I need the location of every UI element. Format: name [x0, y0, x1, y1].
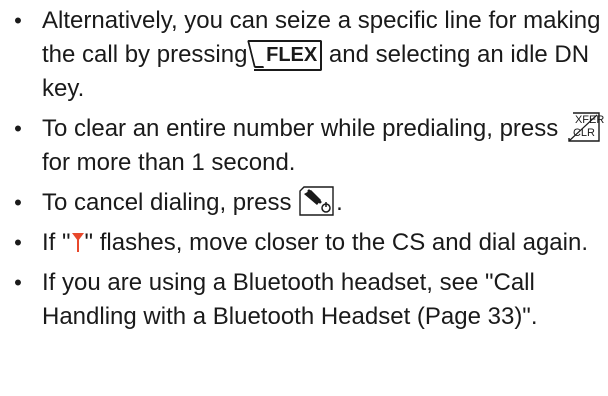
- bullet: •: [14, 8, 22, 33]
- note-text: To clear an entire number while prediali…: [42, 115, 559, 142]
- note-text: " flashes, move closer to the CS and dia…: [84, 229, 588, 256]
- note-text: for more than 1 second.: [42, 149, 296, 176]
- clr-key-label: CLR: [572, 127, 595, 139]
- list-item: • If " " flashes, move closer to the CS …: [0, 226, 608, 260]
- note-text: .: [336, 189, 343, 216]
- bullet: •: [14, 190, 22, 215]
- flex-key-icon: FLEX: [254, 40, 323, 71]
- manual-page: • Alternatively, you can seize a specifi…: [0, 0, 608, 396]
- bullet: •: [14, 116, 22, 141]
- off-hook-power-icon: [299, 186, 335, 216]
- list-item: • To cancel dialing, press .: [0, 186, 608, 220]
- bullet: •: [14, 270, 22, 295]
- bullet: •: [14, 230, 22, 255]
- xfer-key-label: XFER: [574, 114, 605, 126]
- antenna-icon: [71, 233, 84, 252]
- note-text: If you are using a Bluetooth headset, se…: [42, 269, 538, 330]
- note-text: If ": [42, 229, 71, 256]
- notes-list: • Alternatively, you can seize a specifi…: [0, 4, 608, 340]
- list-item: • Alternatively, you can seize a specifi…: [0, 4, 608, 106]
- xfer-clr-key-icon: XFER CLR: [567, 112, 605, 142]
- list-item: • To clear an entire number while predia…: [0, 112, 608, 180]
- note-text: To cancel dialing, press: [42, 189, 292, 216]
- list-item: • If you are using a Bluetooth headset, …: [0, 266, 608, 334]
